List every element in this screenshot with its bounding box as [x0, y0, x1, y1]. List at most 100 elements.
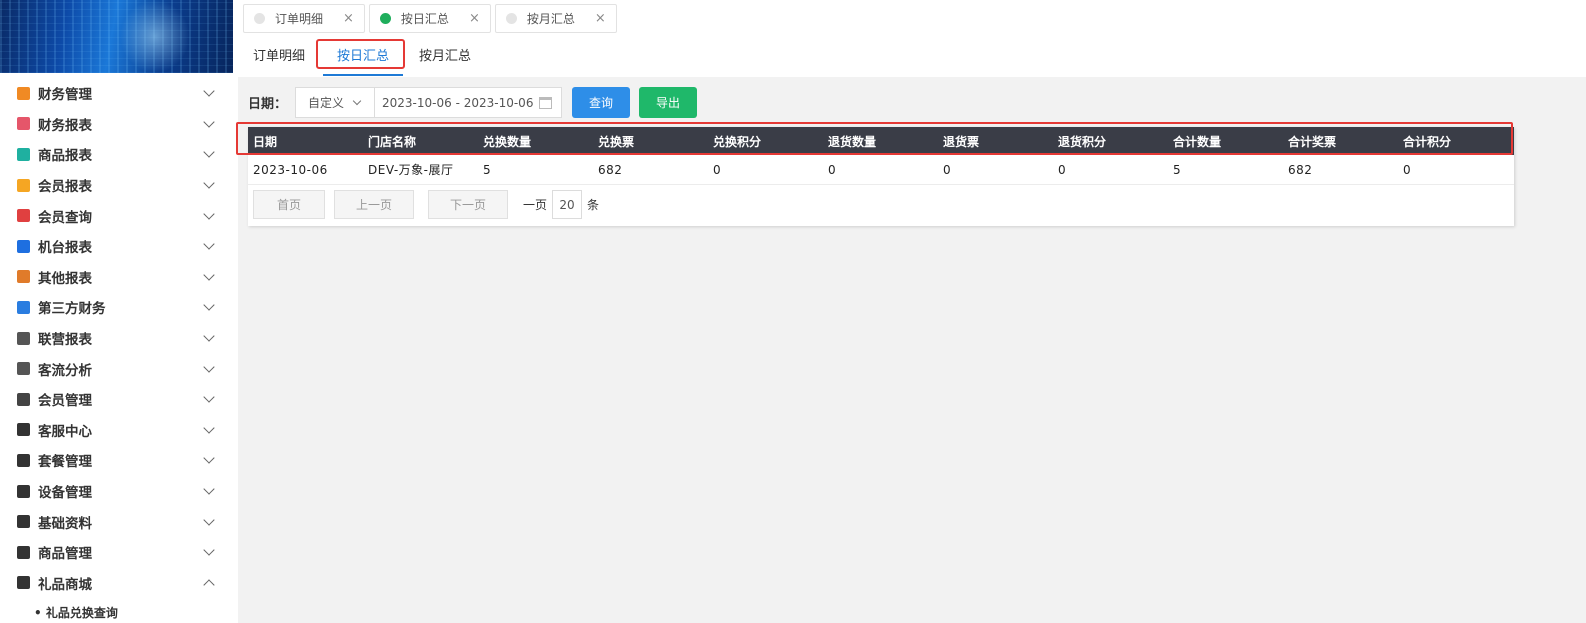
sidebar-item-1[interactable]: 财务报表: [0, 109, 238, 140]
partners-icon: [17, 331, 30, 345]
table-cell: 682: [1288, 162, 1313, 177]
table-body: 2023-10-06 DEV-万象-展厅 5 682 0 0 0 0 5 682 0: [248, 155, 1514, 185]
chevron-down-icon[interactable]: [203, 513, 215, 526]
chevron-down-icon[interactable]: [203, 391, 215, 403]
page-tab-monthly-summary[interactable]: 按月汇总 ×: [494, 4, 617, 33]
table-cell: 0: [1403, 162, 1412, 177]
table-row[interactable]: 2023-10-06 DEV-万象-展厅 5 682 0 0 0 0 5 682 0: [248, 155, 1514, 185]
chevron-down-icon[interactable]: [203, 299, 215, 312]
member-report-icon: [17, 178, 30, 192]
sidebar-item-11[interactable]: 客服中心: [0, 415, 238, 446]
page-tab-label: 按日汇总: [400, 12, 449, 26]
sidebar: 财务管理财务报表商品报表会员报表会员查询机台报表其他报表第三方财务联营报表客流分…: [0, 0, 238, 623]
per-page-suffix: 条: [587, 198, 600, 212]
sidebar-item-5[interactable]: 机台报表: [0, 231, 238, 262]
sidebar-item-label: 财务管理: [38, 87, 92, 104]
prev-page-button[interactable]: 上一页: [334, 190, 414, 219]
date-range-value: 2023-10-06 - 2023-10-06: [382, 95, 534, 110]
main-area: 订单明细 × 按日汇总 × 按月汇总 × 订单明细 按日汇总 按月汇总 日期： …: [236, 0, 1586, 623]
close-icon[interactable]: ×: [469, 11, 480, 26]
chevron-down-icon[interactable]: [203, 177, 215, 189]
first-page-button[interactable]: 首页: [253, 190, 325, 219]
calculator-icon: [17, 300, 30, 314]
chevron-down-icon[interactable]: [203, 269, 215, 281]
chevron-down-icon[interactable]: [203, 85, 215, 97]
date-mode-select[interactable]: 自定义: [295, 87, 376, 118]
export-button[interactable]: 导出: [639, 87, 698, 118]
sidebar-item-10[interactable]: 会员管理: [0, 384, 238, 415]
chevron-down-icon[interactable]: [203, 544, 215, 556]
chevron-down-icon[interactable]: [203, 330, 215, 342]
chevron-down-icon[interactable]: [203, 452, 215, 465]
table-cell: 0: [828, 162, 837, 177]
sidebar-item-label: 商品管理: [38, 546, 92, 563]
document-icon: [17, 515, 30, 529]
status-dot-icon: [505, 13, 517, 24]
data-table: 日期 门店名称 兑换数量 兑换票 兑换积分 退货数量 退货票 退货积分 合计数量 合计奖票 合计积分…: [236, 122, 1514, 226]
edit-icon: [17, 453, 30, 467]
ledger-icon: [17, 86, 30, 100]
sidebar-item-label: 会员查询: [38, 209, 92, 226]
sidebar-item-12[interactable]: 套餐管理: [0, 445, 238, 476]
chevron-down-icon[interactable]: [203, 360, 215, 373]
close-icon[interactable]: ×: [343, 11, 354, 26]
table-cell: 2023-10-06: [253, 162, 328, 177]
sidebar-item-6[interactable]: 其他报表: [0, 262, 238, 293]
sidebar-item-2[interactable]: 商品报表: [0, 139, 238, 170]
query-button[interactable]: 查询: [572, 87, 631, 118]
date-label: 日期：: [248, 97, 288, 112]
sidebar-item-4[interactable]: 会员查询: [0, 200, 238, 231]
member-search-icon: [17, 209, 30, 223]
header-highlight-box: [236, 122, 1513, 155]
pagination: 首页 上一页 下一页 一页 20 条: [253, 190, 599, 219]
sidebar-item-label: 客服中心: [38, 423, 92, 440]
filter-bar: 日期： 自定义 2023-10-06 - 2023-10-06 查询 导出: [248, 87, 698, 118]
chevron-down-icon[interactable]: [203, 208, 215, 220]
sidebar-item-7[interactable]: 第三方财务: [0, 292, 238, 323]
sidebar-item-0[interactable]: 财务管理: [0, 78, 238, 109]
page-tab-order-detail[interactable]: 订单明细 ×: [243, 4, 365, 33]
sidebar-item-label: 联营报表: [38, 332, 92, 349]
sidebar-item-13[interactable]: 设备管理: [0, 476, 238, 507]
per-page-input[interactable]: 20: [552, 190, 583, 219]
sidebar-item-label: 套餐管理: [38, 454, 92, 471]
next-page-button[interactable]: 下一页: [428, 190, 508, 219]
sidebar-item-label: 基础资料: [38, 515, 92, 532]
tab-monthly-summary[interactable]: 按月汇总: [419, 40, 471, 76]
goods-report-icon: [17, 147, 30, 161]
sidebar-item-label: 财务报表: [38, 117, 92, 134]
page-tab-daily-summary[interactable]: 按日汇总 ×: [368, 4, 491, 33]
chevron-down-icon[interactable]: [203, 422, 215, 434]
sidebar-item-14[interactable]: 基础资料: [0, 506, 238, 537]
tab-daily-summary[interactable]: 按日汇总: [316, 39, 406, 76]
tab-order-detail[interactable]: 订单明细: [253, 40, 305, 76]
date-mode-value: 自定义: [308, 96, 345, 110]
chevron-up-icon[interactable]: [203, 579, 215, 591]
date-range-input[interactable]: 2023-10-06 - 2023-10-06: [375, 87, 563, 118]
sidebar-item-label: 第三方财务: [38, 301, 106, 318]
sidebar-item-3[interactable]: 会员报表: [0, 170, 238, 201]
table-cell: DEV-万象-展厅: [368, 163, 454, 177]
sidebar-item-15[interactable]: 商品管理: [0, 537, 238, 568]
page-tabs: 订单明细 × 按日汇总 × 按月汇总 ×: [243, 4, 617, 33]
sidebar-item-label: 机台报表: [38, 240, 92, 257]
sidebar-item-label: 商品报表: [38, 148, 92, 165]
layers-icon: [17, 270, 30, 284]
chevron-down-icon[interactable]: [203, 238, 215, 250]
table-cell: 5: [483, 162, 492, 177]
sidebar-menu: 财务管理财务报表商品报表会员报表会员查询机台报表其他报表第三方财务联营报表客流分…: [0, 78, 238, 598]
sidebar-item-label: 会员报表: [38, 179, 92, 196]
chevron-down-icon[interactable]: [203, 146, 215, 159]
chevron-down-icon[interactable]: [203, 116, 215, 128]
sidebar-item-8[interactable]: 联营报表: [0, 323, 238, 354]
sidebar-subitem-gift-exchange[interactable]: • 礼品兑换查询: [34, 604, 118, 621]
sidebar-item-label: 礼品商城: [38, 576, 92, 593]
sidebar-item-16[interactable]: 礼品商城: [0, 568, 238, 599]
sidebar-item-9[interactable]: 客流分析: [0, 353, 238, 384]
swap-icon: [17, 545, 30, 559]
calendar-icon: [539, 97, 553, 109]
chevron-down-icon[interactable]: [203, 483, 215, 495]
status-dot-icon: [379, 13, 391, 24]
top-bar: 订单明细 × 按日汇总 × 按月汇总 × 订单明细 按日汇总 按月汇总: [238, 0, 1586, 77]
close-icon[interactable]: ×: [595, 11, 606, 26]
